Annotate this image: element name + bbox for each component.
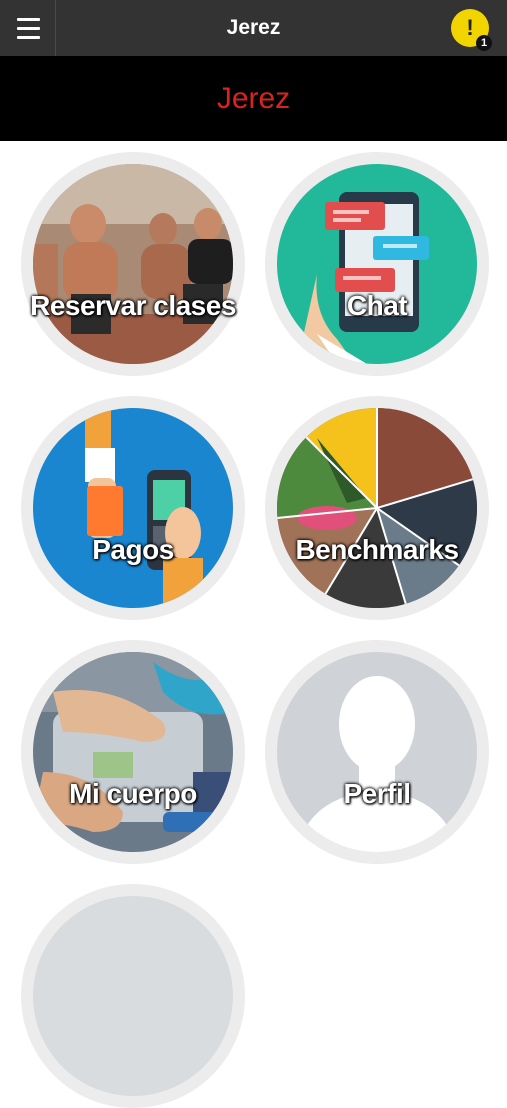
app-title: Jerez [226,16,281,39]
tile-image [33,896,233,1096]
tile-label: Perfil [343,778,411,809]
tile-mi-cuerpo[interactable]: Mi cuerpo [21,640,245,864]
collage-photo [277,408,477,608]
tile-label: Mi cuerpo [69,778,197,809]
tile-perfil[interactable]: Perfil [265,640,489,864]
tile-chat[interactable]: Chat [265,152,489,376]
tile-label: Chat [346,290,408,321]
chat-phone-icon [277,164,477,364]
location-banner: Jerez [0,56,507,141]
tile-label: Reservar clases [30,290,236,321]
tile-benchmarks[interactable]: Benchmarks [265,396,489,620]
tile-pagos[interactable]: Pagos [21,396,245,620]
tile-label: Benchmarks [295,534,459,565]
scale-photo [33,652,233,852]
athletes-photo [33,164,233,364]
tile-reservar-clases[interactable]: Reservar clases [21,152,245,376]
notification-button[interactable]: ! 1 [451,9,492,51]
notification-badge: 1 [476,35,492,51]
tile-partial[interactable] [21,884,245,1108]
top-bar: Jerez ! 1 [0,0,507,56]
profile-silhouette-icon [277,652,477,852]
banner-title: Jerez [216,82,291,115]
payment-terminal-icon [33,408,233,608]
tile-label: Pagos [92,534,174,565]
